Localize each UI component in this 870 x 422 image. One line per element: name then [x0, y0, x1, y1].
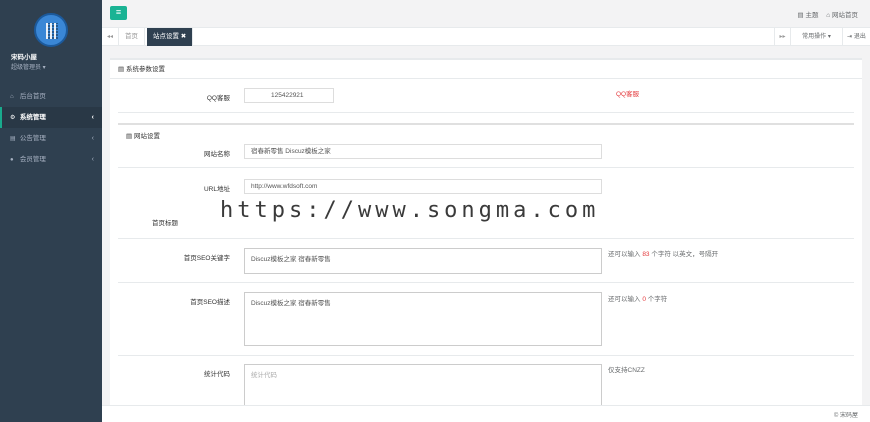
hint-count: 83 — [642, 251, 650, 258]
qr-code-icon — [46, 23, 58, 39]
site-home-link[interactable]: ⌂ 网站首页 — [826, 12, 858, 19]
keywords-label: 首页SEO关键字 — [183, 255, 230, 262]
keywords-hint: 还可以输入 83 个字符 以英文，号隔开 — [608, 248, 718, 258]
sidebar-item-dashboard[interactable]: ⌂ 后台首页 — [0, 86, 102, 107]
tab-home[interactable]: 首页 — [119, 28, 145, 46]
description-hint: 还可以输入 0 个字符 — [608, 293, 667, 303]
divider — [118, 355, 854, 356]
qq-input[interactable]: 125422921 — [244, 88, 334, 103]
sidebar-item-label: 系统管理 — [19, 114, 46, 121]
footer-copyright: © 宋码屋 — [833, 413, 858, 419]
hint-text: 个字符 以英文，号隔开 — [649, 251, 719, 258]
title-field-label: 首页标题 — [152, 220, 178, 227]
profile-name: 宋码小屋 — [11, 54, 37, 61]
sidebar-item-label: 公告管理 — [19, 135, 46, 142]
chevron-left-icon: ‹ — [91, 135, 94, 142]
top-right-links: ▤ 主题 ⌂ 网站首页 — [792, 9, 859, 19]
chevron-left-icon: ‹ — [91, 156, 94, 163]
profile-role-dropdown[interactable]: 超级管理员 ▾ — [0, 62, 102, 71]
hint-text: 还可以输入 — [608, 251, 643, 258]
divider — [118, 112, 854, 113]
settings-panel: ▤ 系统参数设置 QQ客服 125422921 QQ客服 ▤ 网站设置 网站名称… — [110, 58, 862, 405]
doc-icon: ▤ — [10, 136, 16, 142]
tab-scroll-right-button[interactable]: ▸▸ — [774, 28, 790, 46]
stats-textarea[interactable]: 统计代码 — [244, 364, 602, 405]
qq-label: QQ客服 — [206, 95, 230, 102]
qq-hint: QQ客服 — [616, 91, 640, 98]
home-icon: ⌂ — [10, 94, 14, 100]
url-input[interactable]: http://www.wfdsoft.com — [244, 179, 602, 194]
hint-text: 个字符 — [645, 296, 668, 303]
tabs-bar: ◂◂ 首页 站点设置 ✖ ▸▸ 常用操作 ▾ ⇥ 退出 — [102, 28, 870, 46]
hint-text: 还可以输入 — [608, 296, 643, 303]
divider — [118, 123, 854, 125]
top-bar: ≡ ▤ 主题 ⌂ 网站首页 — [102, 0, 870, 28]
tab-operations-dropdown[interactable]: 常用操作 ▾ — [790, 28, 842, 46]
tab-site-settings[interactable]: 站点设置 ✖ — [147, 28, 194, 46]
tab-scroll-left-button[interactable]: ◂◂ — [102, 28, 119, 46]
description-label: 首页SEO描述 — [190, 299, 230, 306]
theme-link[interactable]: ▤ 主题 — [798, 12, 819, 19]
divider — [118, 167, 854, 168]
panel-title: ▤ 系统参数设置 — [110, 60, 862, 79]
user-icon: ● — [10, 157, 14, 163]
sidebar-item-notices[interactable]: ▤ 公告管理 ‹ — [0, 128, 102, 149]
section-title-site: ▤ 网站设置 — [126, 133, 160, 140]
main-content: ▤ 系统参数设置 QQ客服 125422921 QQ客服 ▤ 网站设置 网站名称… — [102, 47, 870, 405]
stats-label: 统计代码 — [204, 371, 230, 378]
profile: 宋码小屋 超级管理员 ▾ — [0, 0, 102, 80]
site-name-label: 网站名称 — [204, 151, 230, 158]
chevron-left-icon: ‹ — [91, 114, 94, 121]
qq-value: 125422921 — [271, 92, 304, 99]
url-label: URL地址 — [203, 186, 230, 193]
stats-hint: 仅支持CNZZ — [608, 367, 645, 374]
logout-button[interactable]: ⇥ 退出 — [842, 28, 870, 46]
divider — [118, 282, 854, 283]
footer: © 宋码屋 — [102, 405, 870, 422]
site-name-input[interactable]: 宿春新零售 Discuz模板之家 — [244, 144, 602, 159]
sidebar-item-members[interactable]: ● 会员管理 ‹ — [0, 149, 102, 170]
sidebar-item-label: 后台首页 — [19, 93, 46, 100]
sidebar-nav: ⌂ 后台首页 ⚙ 系统管理 ‹ ▤ 公告管理 ‹ ● 会员管理 ‹ — [0, 86, 102, 170]
sidebar: 宋码小屋 超级管理员 ▾ ⌂ 后台首页 ⚙ 系统管理 ‹ ▤ 公告管理 ‹ ● … — [0, 0, 102, 422]
description-textarea[interactable]: Discuz模板之家 宿春新零售 — [244, 292, 602, 346]
watermark-overlay: https://www.songma.com — [220, 198, 600, 223]
avatar[interactable] — [34, 13, 68, 47]
sidebar-item-system[interactable]: ⚙ 系统管理 ‹ — [0, 107, 102, 128]
sidebar-item-label: 会员管理 — [19, 156, 46, 163]
keywords-textarea[interactable]: Discuz模板之家 宿春新零售 — [244, 248, 602, 274]
gear-icon: ⚙ — [10, 115, 16, 121]
menu-toggle-button[interactable]: ≡ — [110, 6, 127, 20]
divider — [118, 238, 854, 239]
